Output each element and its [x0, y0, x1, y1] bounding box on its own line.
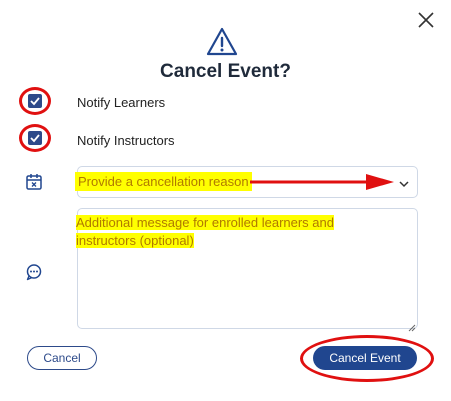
warning-icon: [205, 26, 239, 58]
notify-learners-label: Notify Learners: [77, 95, 166, 110]
notify-instructors-checkbox[interactable]: [28, 131, 42, 145]
cancel-event-button[interactable]: Cancel Event: [313, 346, 417, 370]
notify-instructors-label: Notify Instructors: [77, 133, 175, 148]
additional-message-placeholder-text: Additional message for enrolled learners…: [76, 215, 334, 248]
calendar-x-icon: [25, 173, 43, 196]
annotation-arrow: [248, 172, 396, 197]
chat-bubble-icon: [25, 263, 43, 286]
cancel-button[interactable]: Cancel: [27, 346, 97, 370]
chevron-down-icon[interactable]: [398, 176, 410, 194]
resize-handle-icon[interactable]: [408, 319, 416, 337]
checkmark-icon: [30, 97, 40, 106]
cancellation-reason-placeholder: Provide a cancellation reason: [75, 172, 252, 191]
close-icon: [418, 12, 434, 28]
dialog-title: Cancel Event?: [160, 61, 291, 82]
notify-learners-checkbox[interactable]: [28, 94, 42, 108]
additional-message-placeholder: Additional message for enrolled learners…: [73, 212, 397, 252]
close-button[interactable]: [416, 10, 436, 30]
checkmark-icon: [30, 134, 40, 143]
